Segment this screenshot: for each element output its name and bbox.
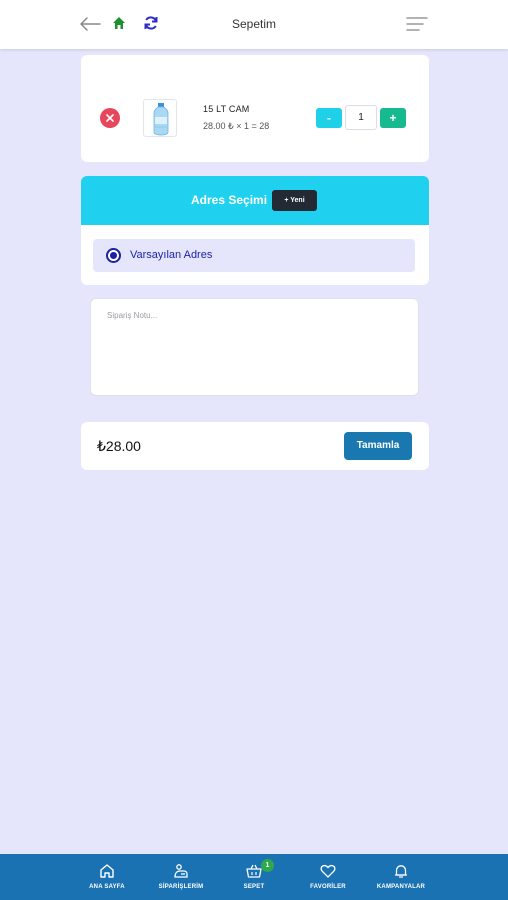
total-card: ₺28.00 Tamamla	[81, 422, 429, 470]
decrease-quantity-button[interactable]: -	[316, 108, 342, 128]
home-icon	[100, 864, 114, 878]
remove-item-button[interactable]	[100, 108, 120, 128]
product-image	[143, 99, 177, 137]
menu-icon[interactable]	[406, 16, 428, 32]
order-note-field[interactable]	[90, 298, 419, 396]
basket-count-badge: 1	[261, 859, 274, 872]
bottom-nav: ANA SAYFA SİPARİŞLERİM 1 SEPET FAVORİLER…	[0, 854, 508, 900]
top-header: Sepetim	[0, 0, 508, 49]
address-option-default[interactable]: Varsayılan Adres	[93, 239, 415, 272]
water-bottle-icon	[153, 103, 169, 136]
nav-label-favorites: FAVORİLER	[310, 884, 346, 890]
total-amount: ₺28.00	[97, 438, 141, 454]
nav-item-campaigns[interactable]: KAMPANYALAR	[361, 854, 441, 900]
address-title: Adres Seçimi	[191, 193, 268, 207]
heart-icon	[320, 864, 336, 878]
address-card: Adres Seçimi + Yeni Varsayılan Adres	[81, 176, 429, 285]
add-address-button[interactable]: + Yeni	[272, 190, 317, 211]
nav-label-campaigns: KAMPANYALAR	[376, 884, 426, 890]
radio-selected-icon[interactable]	[106, 248, 121, 263]
nav-item-favorites[interactable]: FAVORİLER	[288, 854, 368, 900]
basket-icon	[246, 864, 262, 878]
increase-quantity-button[interactable]: +	[380, 108, 406, 128]
nav-label-home: ANA SAYFA	[89, 884, 125, 890]
product-price-line: 28.00 ₺ × 1 = 28	[203, 121, 270, 131]
quantity-input[interactable]: 1	[345, 105, 377, 130]
nav-item-home[interactable]: ANA SAYFA	[67, 854, 147, 900]
address-option-label: Varsayılan Adres	[130, 249, 213, 261]
nav-label-orders: SİPARİŞLERİM	[158, 884, 204, 890]
page-title: Sepetim	[231, 17, 277, 31]
nav-item-orders[interactable]: SİPARİŞLERİM	[141, 854, 221, 900]
nav-label-basket: SEPET	[243, 884, 265, 890]
nav-item-basket[interactable]: 1 SEPET	[214, 854, 294, 900]
bell-icon	[394, 865, 408, 878]
orders-icon	[174, 864, 188, 878]
complete-order-button[interactable]: Tamamla	[344, 432, 412, 460]
cart-item-card: 15 LT CAM 28.00 ₺ × 1 = 28 - 1 +	[81, 55, 429, 162]
product-name: 15 LT CAM	[203, 104, 250, 114]
close-icon	[106, 114, 114, 122]
address-header: Adres Seçimi + Yeni	[81, 176, 429, 225]
